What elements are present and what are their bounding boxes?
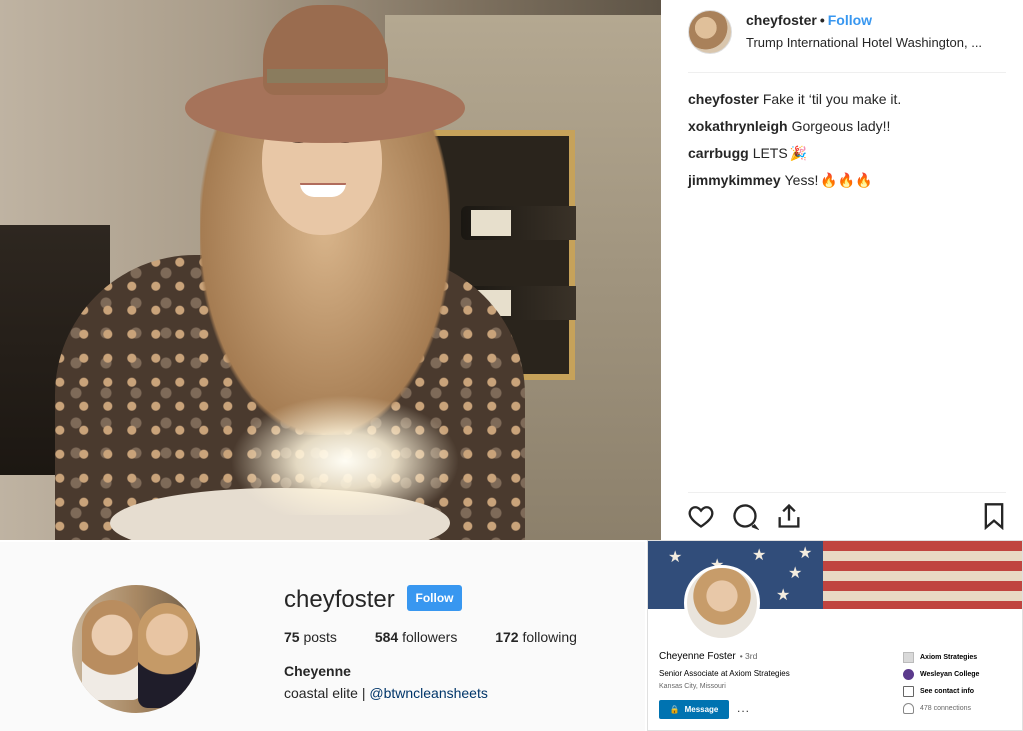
- comment-text: Yess!: [784, 172, 819, 188]
- post-author-line: cheyfoster • Follow: [746, 12, 872, 28]
- comment-icon[interactable]: [731, 502, 761, 532]
- profile-username: cheyfoster: [284, 586, 395, 613]
- share-icon[interactable]: [775, 502, 805, 532]
- post-author-avatar[interactable]: [688, 10, 732, 54]
- post-actions: [687, 502, 1009, 534]
- comment-username[interactable]: cheyfoster: [688, 91, 759, 107]
- followers-count: 584: [374, 629, 399, 645]
- following-label: following: [522, 629, 577, 645]
- school-logo-icon: [903, 669, 914, 680]
- linkedin-avatar[interactable]: [684, 565, 760, 641]
- people-icon: [903, 703, 914, 714]
- heart-icon[interactable]: [687, 502, 717, 532]
- party-emoji: 🎉: [789, 145, 808, 161]
- hat: [185, 5, 465, 155]
- connections-row[interactable]: 478 connections: [903, 700, 1018, 717]
- school-name: Wesleyan College: [920, 671, 980, 678]
- posts-count: 75: [284, 629, 300, 645]
- company-row[interactable]: Axiom Strategies: [903, 649, 1018, 666]
- linkedin-sidebar: Axiom Strategies Wesleyan College See co…: [903, 649, 1018, 717]
- linkedin-headline: Senior Associate at Axiom Strategies: [659, 669, 790, 678]
- comment-text: Gorgeous lady!!: [791, 118, 891, 134]
- post-author-username[interactable]: cheyfoster: [746, 12, 817, 28]
- linkedin-name-line: Cheyenne Foster • 3rd: [659, 651, 757, 662]
- bio-text: coastal elite |: [284, 685, 366, 701]
- bookmark-icon[interactable]: [980, 502, 1010, 532]
- candle-glow: [230, 395, 460, 515]
- actions-divider: [688, 492, 1006, 493]
- lock-icon: 🔒: [669, 705, 680, 714]
- post-location[interactable]: Trump International Hotel Washington, ..…: [746, 35, 1011, 50]
- profile-follow-button[interactable]: Follow: [407, 585, 462, 611]
- posts-label: posts: [303, 629, 337, 645]
- comment-text: Fake it ‘til you make it.: [762, 91, 902, 107]
- company-logo-icon: [903, 652, 914, 663]
- separator-dot: •: [819, 12, 825, 28]
- profile-avatar[interactable]: [72, 585, 200, 713]
- contact-info-link: See contact info: [920, 688, 975, 695]
- following-stat[interactable]: 172 following: [495, 629, 577, 645]
- comment-item: xokathrynleigh Gorgeous lady!!: [688, 113, 1008, 140]
- header-divider: [688, 72, 1006, 73]
- profile-stats: 75 posts 584 followers 172 following: [284, 629, 611, 645]
- profile-bio: coastal elite | @btwncleansheets: [284, 685, 488, 701]
- comment-username[interactable]: xokathrynleigh: [688, 118, 788, 134]
- linkedin-name: Cheyenne Foster: [659, 651, 736, 662]
- contact-card-icon: [903, 686, 914, 697]
- comment-text: LETS: [752, 145, 788, 161]
- fire-emoji: 🔥🔥🔥: [820, 172, 873, 188]
- post-photo[interactable]: [0, 0, 661, 540]
- comment-item: cheyfoster Fake it ‘til you make it.: [688, 86, 1008, 113]
- posts-stat: 75 posts: [284, 629, 337, 645]
- profile-full-name: Cheyenne: [284, 663, 351, 679]
- contact-info-row[interactable]: See contact info: [903, 683, 1018, 700]
- message-label: Message: [684, 705, 719, 714]
- school-row[interactable]: Wesleyan College: [903, 666, 1018, 683]
- instagram-profile-header: cheyfoster Follow 75 posts 584 followers…: [0, 540, 645, 731]
- more-actions-button[interactable]: ...: [737, 701, 750, 715]
- following-count: 172: [495, 629, 519, 645]
- message-button[interactable]: 🔒 Message: [659, 700, 729, 719]
- comment-username[interactable]: jimmykimmey: [688, 172, 781, 188]
- post-header: cheyfoster • Follow Trump International Ho…: [661, 0, 1023, 72]
- linkedin-profile-card: ★ ★ ★ ★ ★ ★ Cheyenne Foster• 3rd Senior …: [647, 540, 1023, 731]
- company-name: Axiom Strategies: [920, 654, 978, 661]
- post-side-panel: cheyfoster • Follow Trump International Ho…: [661, 0, 1023, 540]
- bio-link[interactable]: @btwncleansheets: [369, 685, 488, 701]
- comment-username[interactable]: carrbugg: [688, 145, 749, 161]
- comment-item: carrbugg LETS 🎉: [688, 140, 1008, 167]
- linkedin-location: Kansas City, Missouri: [659, 683, 726, 690]
- comment-item: jimmykimmey Yess! 🔥🔥🔥: [688, 167, 1008, 194]
- connection-degree: • 3rd: [739, 651, 758, 661]
- connections-count: 478 connections: [920, 705, 971, 712]
- follow-button[interactable]: Follow: [828, 12, 872, 28]
- followers-label: followers: [402, 629, 458, 645]
- followers-stat[interactable]: 584 followers: [375, 629, 458, 645]
- comment-list: cheyfoster Fake it ‘til you make it. xoka…: [688, 86, 1008, 194]
